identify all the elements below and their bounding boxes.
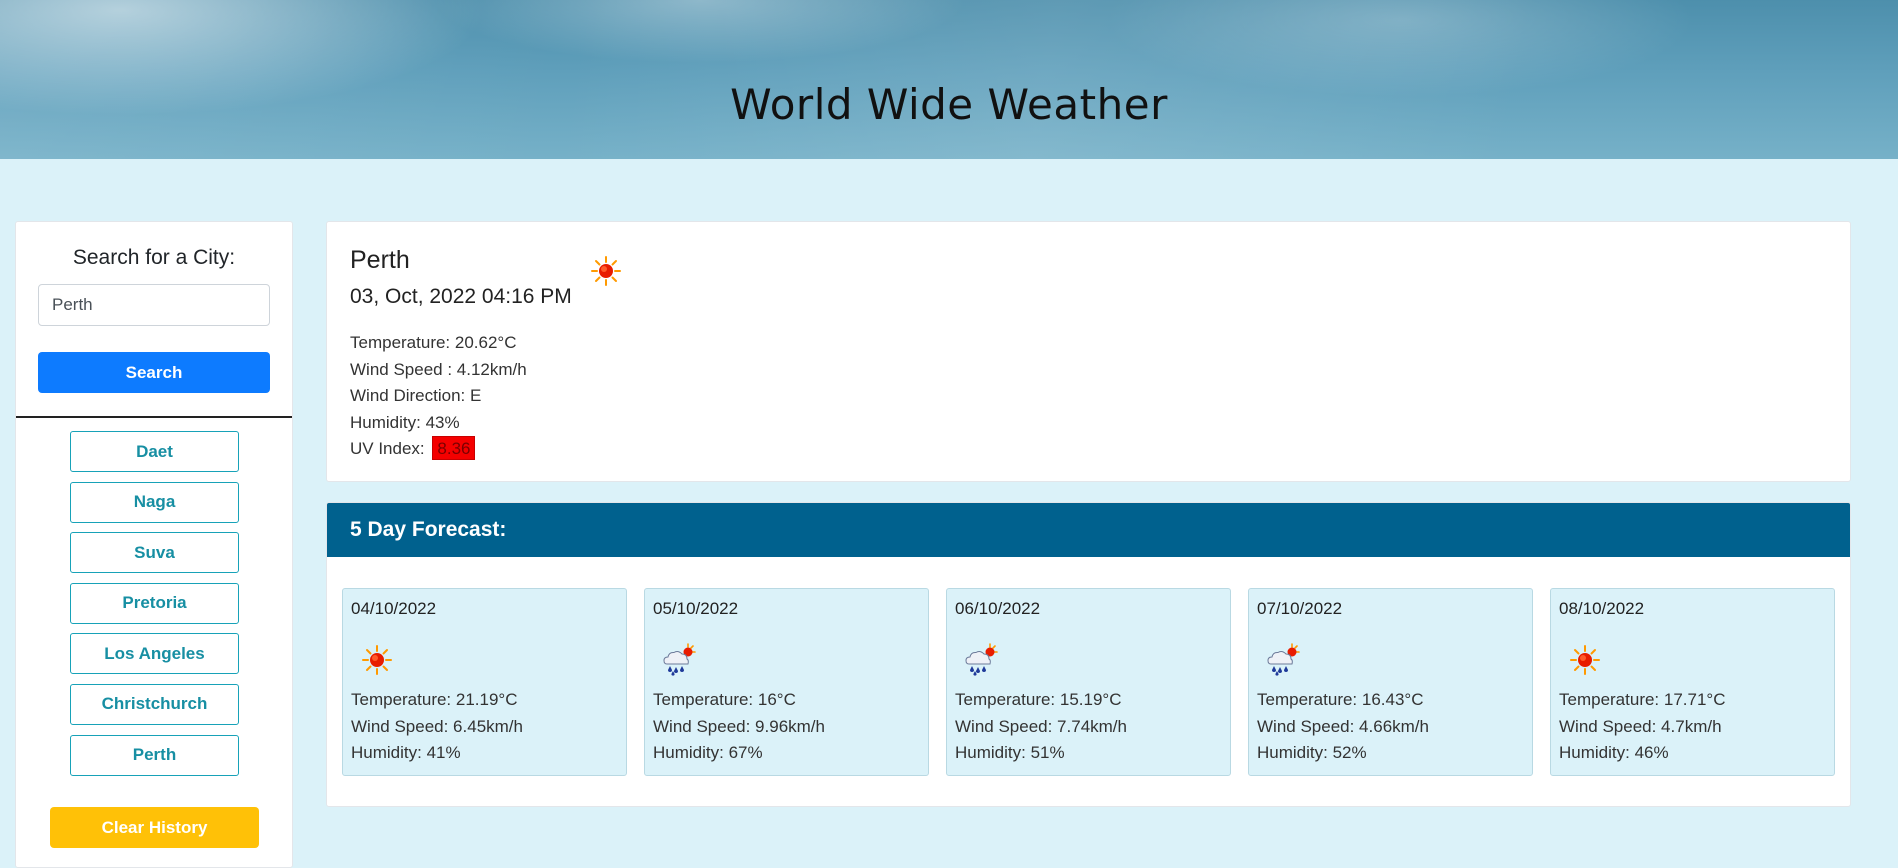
forecast-day-card: 04/10/2022 Temperature: 21.19°C Wind Spe… <box>342 588 627 776</box>
current-wind-speed: Wind Speed : 4.12km/h <box>350 359 527 379</box>
search-sidebar: Search for a City: Search Daet Naga Suva… <box>15 221 293 868</box>
forecast-humidity: Humidity: 52% <box>1257 743 1367 762</box>
forecast-details: Temperature: 16°C Wind Speed: 9.96km/h H… <box>653 687 825 767</box>
forecast-temperature: Temperature: 16°C <box>653 690 796 709</box>
search-heading: Search for a City: <box>72 246 236 269</box>
history-item-perth[interactable]: Perth <box>70 734 239 776</box>
forecast-details: Temperature: 16.43°C Wind Speed: 4.66km/… <box>1257 687 1429 767</box>
forecast-humidity: Humidity: 41% <box>351 743 461 762</box>
forecast-date: 04/10/2022 <box>351 599 437 618</box>
history-item-naga[interactable]: Naga <box>70 481 239 523</box>
city-search-input[interactable] <box>38 284 270 326</box>
forecast-temperature: Temperature: 16.43°C <box>1257 690 1424 709</box>
header-banner: World Wide Weather <box>0 0 1898 159</box>
uv-index-row: UV Index: 8.36 <box>350 436 527 463</box>
forecast-date: 07/10/2022 <box>1257 599 1343 618</box>
app-title: World Wide Weather <box>730 80 1168 129</box>
current-weather-card: Perth 03, Oct, 2022 04:16 PM Temperature… <box>326 221 1851 482</box>
forecast-details: Temperature: 17.71°C Wind Speed: 4.7km/h… <box>1559 687 1726 767</box>
forecast-wind-speed: Wind Speed: 9.96km/h <box>653 716 825 736</box>
forecast-humidity: Humidity: 51% <box>955 743 1065 762</box>
rain-cloud-sun-icon <box>663 643 696 676</box>
forecast-wind-speed: Wind Speed: 4.7km/h <box>1559 716 1722 736</box>
forecast-title: 5 Day Forecast: <box>350 518 507 541</box>
forecast-day-card: 07/10/2022 Temperature: 16.43°C Wind Spe… <box>1248 588 1533 776</box>
forecast-wind-speed: Wind Speed: 7.74km/h <box>955 716 1127 736</box>
forecast-humidity: Humidity: 67% <box>653 743 763 762</box>
forecast-card: 5 Day Forecast: 04/10/2022 Temperature: … <box>326 502 1851 807</box>
forecast-date: 05/10/2022 <box>653 599 739 618</box>
forecast-details: Temperature: 15.19°C Wind Speed: 7.74km/… <box>955 687 1127 767</box>
history-item-daet[interactable]: Daet <box>70 431 239 472</box>
search-button[interactable]: Search <box>38 352 270 393</box>
current-details: Temperature: 20.62°C Wind Speed : 4.12km… <box>350 330 527 463</box>
forecast-temperature: Temperature: 17.71°C <box>1559 690 1726 709</box>
current-datetime: 03, Oct, 2022 04:16 PM <box>350 285 572 308</box>
forecast-wind-speed: Wind Speed: 4.66km/h <box>1257 716 1429 736</box>
rain-cloud-sun-icon <box>965 643 998 676</box>
current-wind-direction: Wind Direction: E <box>350 386 482 405</box>
forecast-humidity: Humidity: 46% <box>1559 743 1669 762</box>
forecast-header: 5 Day Forecast: <box>327 503 1850 557</box>
search-history-list: Daet Naga Suva Pretoria Los Angeles Chri… <box>70 431 239 785</box>
uv-index-label: UV Index: <box>350 439 425 458</box>
current-humidity: Humidity: 43% <box>350 412 460 432</box>
forecast-temperature: Temperature: 15.19°C <box>955 690 1122 709</box>
forecast-details: Temperature: 21.19°C Wind Speed: 6.45km/… <box>351 687 523 767</box>
forecast-date: 08/10/2022 <box>1559 599 1645 618</box>
current-temperature: Temperature: 20.62°C <box>350 333 517 352</box>
current-city-name: Perth <box>350 246 410 274</box>
forecast-temperature: Temperature: 21.19°C <box>351 690 518 709</box>
clear-history-button[interactable]: Clear History <box>50 807 259 848</box>
forecast-date: 06/10/2022 <box>955 599 1041 618</box>
rain-cloud-sun-icon <box>1267 643 1300 676</box>
forecast-day-card: 06/10/2022 Temperature: 15.19°C Wind Spe… <box>946 588 1231 776</box>
sun-icon <box>362 645 392 675</box>
sun-icon <box>1570 645 1600 675</box>
forecast-wind-speed: Wind Speed: 6.45km/h <box>351 716 523 736</box>
sun-icon <box>591 256 621 286</box>
history-item-los-angeles[interactable]: Los Angeles <box>70 633 239 675</box>
uv-index-badge: 8.36 <box>432 436 476 460</box>
forecast-day-card: 05/10/2022 Temperature: 16°C Wind Speed:… <box>644 588 929 776</box>
history-item-christchurch[interactable]: Christchurch <box>70 683 239 725</box>
history-item-suva[interactable]: Suva <box>70 532 239 574</box>
forecast-day-card: 08/10/2022 Temperature: 17.71°C Wind Spe… <box>1550 588 1835 776</box>
history-item-pretoria[interactable]: Pretoria <box>70 582 239 624</box>
sidebar-divider <box>16 416 292 418</box>
